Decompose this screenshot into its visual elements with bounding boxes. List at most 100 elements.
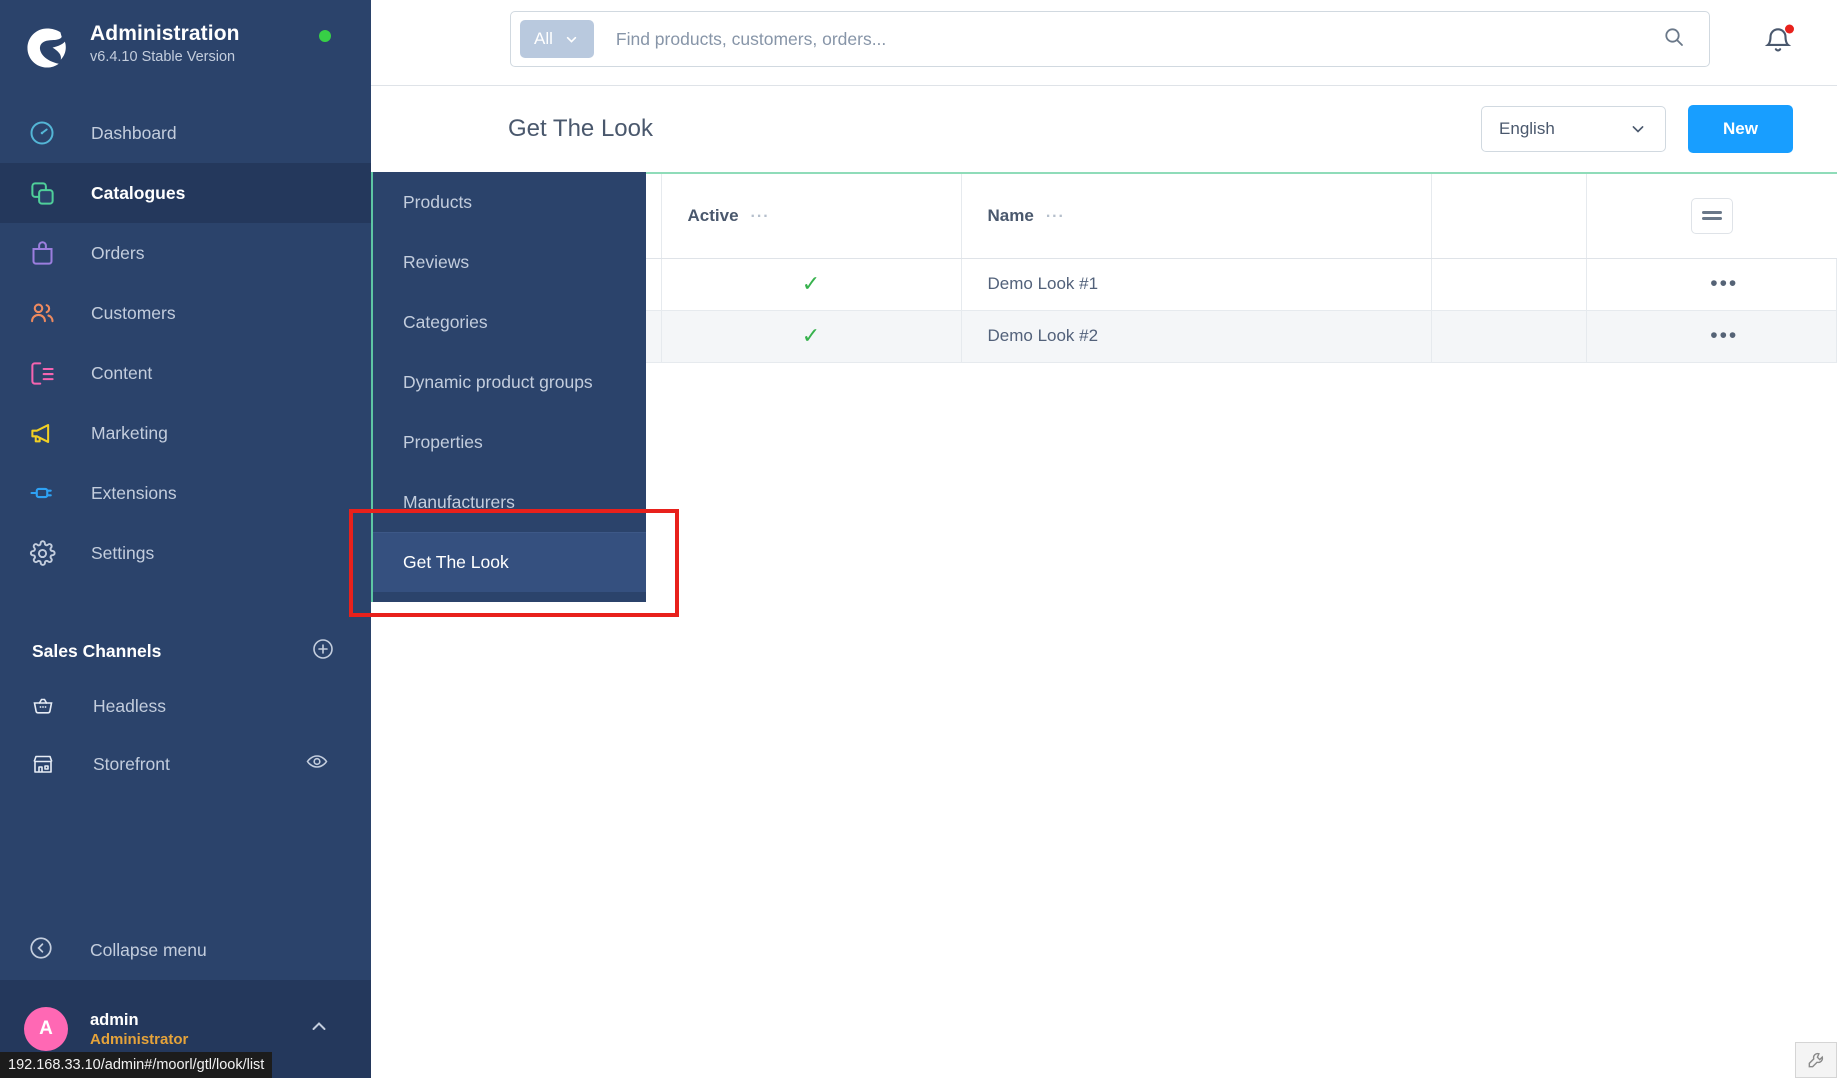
column-active-sort-icon[interactable]: ···	[751, 208, 770, 225]
app-title: Administration	[90, 22, 240, 45]
search-input[interactable]	[615, 28, 1662, 50]
page-title: Get The Look	[508, 115, 653, 142]
gauge-icon	[27, 118, 57, 148]
status-bar: 192.168.33.10/admin#/moorl/gtl/look/list	[0, 1052, 273, 1078]
new-button[interactable]: New	[1688, 105, 1793, 153]
sidebar-item-orders[interactable]: Orders	[0, 223, 371, 283]
sidebar-item-dashboard[interactable]: Dashboard	[0, 103, 371, 163]
notification-badge	[1785, 24, 1794, 33]
flyout-item-categories[interactable]: Categories	[373, 292, 646, 352]
bell-icon[interactable]	[1763, 24, 1794, 60]
sidebar-label-storefront: Storefront	[93, 753, 170, 774]
sidebar: Administration v6.4.10 Stable Version Da…	[0, 0, 371, 1078]
sales-channels-header: Sales Channels	[0, 625, 371, 677]
user-info: admin Administrator	[90, 1010, 188, 1049]
megaphone-icon	[27, 418, 57, 448]
sidebar-label-dashboard: Dashboard	[91, 122, 177, 143]
sidebar-label-content: Content	[91, 362, 153, 383]
corner-widget[interactable]	[1795, 1042, 1837, 1078]
sidebar-item-catalogues[interactable]: Catalogues	[0, 163, 371, 223]
column-name[interactable]: Name ···	[961, 174, 1432, 259]
sales-channels-heading: Sales Channels	[32, 640, 162, 661]
check-icon: ✓	[801, 323, 821, 348]
flyout-item-properties[interactable]: Properties	[373, 412, 646, 472]
flyout-label-categories: Categories	[403, 311, 488, 332]
chevron-down-icon	[1632, 126, 1644, 133]
flyout-item-reviews[interactable]: Reviews	[373, 232, 646, 292]
app-version: v6.4.10 Stable Version	[90, 49, 236, 66]
sidebar-label-headless: Headless	[93, 695, 166, 716]
sidebar-item-settings[interactable]: Settings	[0, 523, 371, 583]
global-search[interactable]: All	[510, 11, 1710, 67]
flyout-label-manufacturers: Manufacturers	[403, 491, 515, 512]
page-header: Get The Look English New	[371, 86, 1837, 172]
sidebar-item-customers[interactable]: Customers	[0, 283, 371, 343]
status-bar-url: 192.168.33.10/admin#/moorl/gtl/look/list	[8, 1057, 265, 1073]
flyout-label-reviews: Reviews	[403, 251, 470, 272]
row-active-cell: ✓	[661, 258, 962, 311]
flyout-item-products[interactable]: Products	[373, 172, 646, 232]
plug-icon	[27, 478, 57, 508]
row-actions-cell: •••	[1586, 310, 1837, 363]
add-sales-channel-icon[interactable]	[311, 637, 335, 666]
magnifier-icon[interactable]	[1662, 25, 1686, 54]
sidebar-item-content[interactable]: Content	[0, 343, 371, 403]
column-name-sort-icon[interactable]: ···	[1046, 208, 1065, 225]
row-spacer-cell	[1431, 310, 1587, 363]
bag-icon	[27, 238, 57, 268]
language-select-value: English	[1499, 119, 1555, 138]
column-active[interactable]: Active ···	[661, 174, 962, 259]
avatar-initial: A	[39, 1018, 53, 1039]
catalogues-flyout-menu: Products Reviews Categories Dynamic prod…	[371, 172, 646, 602]
row-name-cell: Demo Look #2	[961, 310, 1432, 363]
flyout-item-manufacturers[interactable]: Manufacturers	[373, 472, 646, 532]
flyout-item-dynamic-product-groups[interactable]: Dynamic product groups	[373, 352, 646, 412]
column-name-label: Name	[987, 205, 1034, 225]
row-context-menu-icon[interactable]: •••	[1710, 272, 1738, 295]
page-header-actions: English New	[1481, 105, 1793, 153]
grid-settings-icon[interactable]	[1690, 197, 1733, 234]
layers-icon	[27, 178, 57, 208]
row-active-cell: ✓	[661, 310, 962, 363]
chevron-down-icon	[566, 36, 577, 43]
connection-status-dot	[319, 30, 331, 42]
sidebar-label-catalogues: Catalogues	[91, 182, 186, 203]
sidebar-item-headless[interactable]: Headless	[0, 677, 371, 735]
sidebar-item-extensions[interactable]: Extensions	[0, 463, 371, 523]
sidebar-label-orders: Orders	[91, 242, 145, 263]
search-scope-dropdown[interactable]: All	[520, 20, 594, 58]
language-select[interactable]: English	[1481, 106, 1667, 152]
row-context-menu-icon[interactable]: •••	[1710, 324, 1738, 347]
topbar: All	[371, 0, 1837, 86]
collapse-icon	[28, 935, 54, 966]
sidebar-header: Administration v6.4.10 Stable Version	[0, 0, 371, 95]
sidebar-item-marketing[interactable]: Marketing	[0, 403, 371, 463]
chevron-up-icon[interactable]	[307, 1015, 331, 1044]
sidebar-label-customers: Customers	[91, 302, 176, 323]
shopware-logo-icon	[27, 28, 66, 68]
column-spacer	[1431, 174, 1587, 259]
flyout-label-products: Products	[403, 191, 473, 212]
basket-icon	[29, 692, 57, 720]
flyout-item-get-the-look[interactable]: Get The Look	[373, 532, 646, 592]
sidebar-label-extensions: Extensions	[91, 482, 177, 503]
check-icon: ✓	[801, 271, 821, 296]
avatar: A	[24, 1007, 68, 1051]
preview-storefront-icon[interactable]	[305, 750, 329, 779]
shop-icon	[29, 750, 57, 778]
user-name: admin	[90, 1010, 139, 1029]
sidebar-item-storefront[interactable]: Storefront	[0, 735, 371, 793]
users-icon	[27, 298, 57, 328]
row-name-cell: Demo Look #1	[961, 258, 1432, 311]
flyout-label-properties: Properties	[403, 431, 483, 452]
gear-icon	[27, 538, 57, 568]
row-actions-cell: •••	[1586, 258, 1837, 311]
sidebar-label-settings: Settings	[91, 542, 155, 563]
row-spacer-cell	[1431, 258, 1587, 311]
sidebar-label-marketing: Marketing	[91, 422, 168, 443]
flyout-label-dynamic-product-groups: Dynamic product groups	[403, 371, 593, 392]
content-icon	[27, 358, 57, 388]
main-nav: Dashboard Catalogues Orders Customers Co…	[0, 103, 371, 583]
collapse-menu-button[interactable]: Collapse menu	[0, 920, 371, 980]
user-role: Administrator	[90, 1031, 189, 1049]
